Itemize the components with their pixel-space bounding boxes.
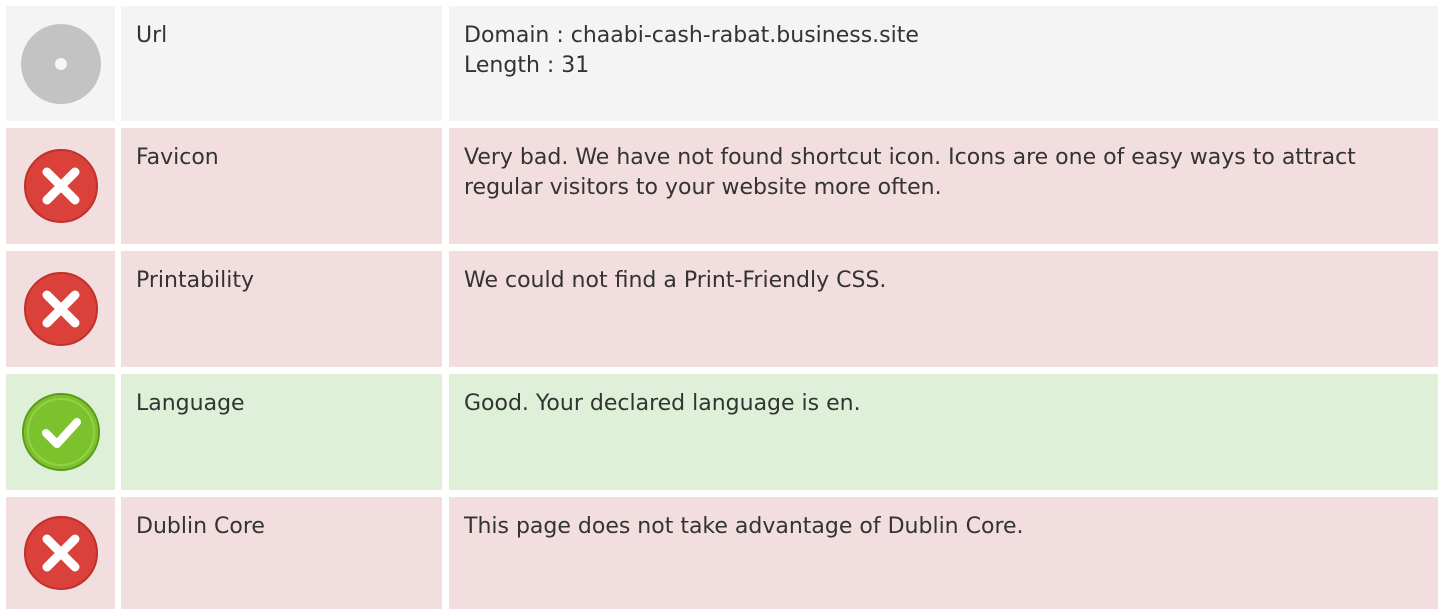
error-x-icon (23, 271, 99, 347)
metric-description: Domain : chaabi-cash-rabat.business.site… (449, 6, 1438, 121)
result-row-language: Language Good. Your declared language is… (6, 374, 1438, 490)
metric-name: Printability (121, 251, 442, 367)
metric-name: Language (121, 374, 442, 490)
status-cell (6, 497, 115, 609)
error-x-icon (23, 148, 99, 224)
metric-name: Dublin Core (121, 497, 442, 609)
metric-description: Good. Your declared language is en. (449, 374, 1438, 490)
result-row-dublin-core: Dublin Core This page does not take adva… (6, 497, 1438, 609)
status-cell (6, 251, 115, 367)
metric-description: This page does not take advantage of Dub… (449, 497, 1438, 609)
metric-name: Url (121, 6, 442, 121)
length-line: Length : 31 (464, 53, 590, 78)
neutral-circle-icon (20, 23, 102, 105)
success-check-icon (21, 392, 101, 472)
status-cell (6, 374, 115, 490)
result-row-printability: Printability We could not find a Print-F… (6, 251, 1438, 367)
seo-results-table: Url Domain : chaabi-cash-rabat.business.… (6, 6, 1438, 609)
metric-description: We could not find a Print-Friendly CSS. (449, 251, 1438, 367)
result-row-favicon: Favicon Very bad. We have not found shor… (6, 128, 1438, 244)
metric-name: Favicon (121, 128, 442, 244)
result-row-url: Url Domain : chaabi-cash-rabat.business.… (6, 6, 1438, 121)
status-cell (6, 6, 115, 121)
status-cell (6, 128, 115, 244)
domain-line: Domain : chaabi-cash-rabat.business.site (464, 23, 919, 48)
metric-description: Very bad. We have not found shortcut ico… (449, 128, 1438, 244)
error-x-icon (23, 515, 99, 591)
